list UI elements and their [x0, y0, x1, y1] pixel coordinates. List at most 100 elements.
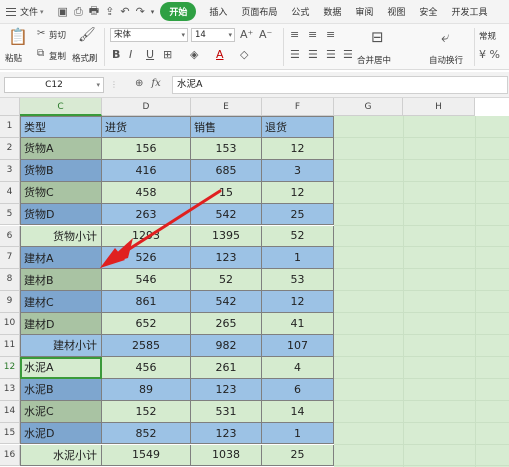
font-color-icon[interactable]: A — [216, 48, 224, 61]
cell-f3[interactable]: 3 — [262, 159, 334, 182]
tab-review[interactable]: 审阅 — [348, 5, 380, 18]
cell-d1[interactable]: 进货 — [102, 116, 191, 138]
cell-f10[interactable]: 41 — [262, 313, 334, 335]
cell-c3[interactable]: 货物B — [20, 159, 102, 182]
cell-f9[interactable]: 12 — [262, 291, 334, 314]
align-middle-icon[interactable]: ≡ — [308, 28, 317, 41]
cell-d7[interactable]: 526 — [102, 247, 191, 270]
row-header-3[interactable]: 3 — [0, 159, 20, 182]
empty-cells-area[interactable] — [334, 116, 509, 467]
print-icon[interactable]: 🖶 — [89, 2, 99, 21]
chevron-down-icon[interactable]: ▾ — [151, 8, 155, 16]
cell-d12[interactable]: 456 — [102, 356, 191, 379]
row-header-10[interactable]: 10 — [0, 313, 20, 335]
cell-d4[interactable]: 458 — [102, 181, 191, 204]
cell-d3[interactable]: 416 — [102, 159, 191, 182]
row-header-6[interactable]: 6 — [0, 225, 20, 248]
tab-insert[interactable]: 插入 — [202, 5, 234, 18]
cell-d13[interactable]: 89 — [102, 378, 191, 401]
cell-e3[interactable]: 685 — [191, 159, 262, 182]
column-header-d[interactable]: D — [102, 98, 191, 116]
cell-e9[interactable]: 542 — [191, 291, 262, 314]
align-left-icon[interactable]: ☰ — [290, 48, 300, 61]
format-painter-button[interactable]: 格式刷 — [72, 52, 98, 64]
export-icon[interactable]: ⇪ — [105, 5, 114, 18]
cell-d5[interactable]: 263 — [102, 203, 191, 226]
cell-c12[interactable]: 水泥A — [20, 356, 102, 379]
auto-wrap-button[interactable]: 自动换行 — [429, 54, 463, 66]
column-header-g[interactable]: G — [334, 98, 403, 116]
justify-icon[interactable]: ☰ — [343, 48, 353, 61]
copy-icon[interactable]: ⧉ — [37, 48, 44, 59]
cell-f1[interactable]: 退货 — [262, 116, 334, 138]
column-header-e[interactable]: E — [191, 98, 262, 116]
align-center-icon[interactable]: ☰ — [308, 48, 318, 61]
font-name-select[interactable]: 宋体 ▾ — [110, 28, 188, 42]
row-header-8[interactable]: 8 — [0, 269, 20, 292]
column-header-c[interactable]: C — [20, 98, 102, 116]
cell-c13[interactable]: 水泥B — [20, 378, 102, 401]
format-painter-icon[interactable]: 🖌 — [78, 27, 96, 43]
currency-icon[interactable]: ¥ % — [479, 48, 500, 61]
cell-d16[interactable]: 1549 — [102, 444, 191, 467]
number-format-select[interactable]: 常规 — [479, 30, 496, 42]
select-all-corner[interactable] — [0, 98, 20, 116]
cell-f13[interactable]: 6 — [262, 378, 334, 401]
undo-icon[interactable]: ↶ — [120, 5, 129, 18]
row-header-9[interactable]: 9 — [0, 291, 20, 314]
cell-e11[interactable]: 982 — [191, 335, 262, 357]
cell-d14[interactable]: 152 — [102, 400, 191, 423]
cell-e10[interactable]: 265 — [191, 313, 262, 335]
cell-e6[interactable]: 1395 — [191, 225, 262, 248]
scissors-icon[interactable]: ✂ — [37, 28, 45, 39]
print-preview-icon[interactable]: ⎙ — [74, 5, 83, 19]
row-header-2[interactable]: 2 — [0, 137, 20, 160]
row-header-4[interactable]: 4 — [0, 181, 20, 204]
cell-c10[interactable]: 建材D — [20, 313, 102, 335]
copy-button[interactable]: 复制 — [49, 50, 66, 62]
increase-font-icon[interactable]: A⁺ — [240, 28, 253, 41]
cell-d8[interactable]: 546 — [102, 269, 191, 292]
cut-button[interactable]: 剪切 — [49, 29, 66, 41]
cell-c11[interactable]: 建材小计 — [20, 335, 102, 357]
eraser-icon[interactable]: ◇ — [240, 48, 248, 61]
row-header-7[interactable]: 7 — [0, 247, 20, 270]
redo-icon[interactable]: ↷ — [136, 5, 145, 18]
cell-f6[interactable]: 52 — [262, 225, 334, 248]
tab-formulas[interactable]: 公式 — [284, 5, 316, 18]
cell-c5[interactable]: 货物D — [20, 203, 102, 226]
tab-home[interactable]: 开始 — [160, 2, 197, 21]
cell-c4[interactable]: 货物C — [20, 181, 102, 204]
decrease-font-icon[interactable]: A⁻ — [259, 28, 272, 41]
name-box[interactable]: C12 ▾ — [4, 77, 104, 93]
align-bottom-icon[interactable]: ≡ — [326, 28, 335, 41]
row-header-14[interactable]: 14 — [0, 400, 20, 423]
wrap-text-icon[interactable]: ⤶ — [441, 28, 449, 46]
row-header-13[interactable]: 13 — [0, 378, 20, 401]
cell-e16[interactable]: 1038 — [191, 444, 262, 467]
row-header-12[interactable]: 12 — [0, 356, 20, 379]
cell-f16[interactable]: 25 — [262, 444, 334, 467]
zoom-icon[interactable]: ⊕ — [135, 78, 143, 89]
cell-e8[interactable]: 52 — [191, 269, 262, 292]
cell-f14[interactable]: 14 — [262, 400, 334, 423]
merge-center-button[interactable]: 合并居中 — [357, 54, 391, 66]
column-header-f[interactable]: F — [262, 98, 334, 116]
cell-d10[interactable]: 652 — [102, 313, 191, 335]
cell-d15[interactable]: 852 — [102, 422, 191, 445]
tab-security[interactable]: 安全 — [412, 5, 444, 18]
cell-c9[interactable]: 建材C — [20, 291, 102, 314]
cell-d11[interactable]: 2585 — [102, 335, 191, 357]
fx-icon[interactable]: fx — [151, 78, 160, 89]
row-header-16[interactable]: 16 — [0, 444, 20, 467]
cell-e4[interactable]: 15 — [191, 181, 262, 204]
cell-f15[interactable]: 1 — [262, 422, 334, 445]
cell-c7[interactable]: 建材A — [20, 247, 102, 270]
align-right-icon[interactable]: ☰ — [326, 48, 336, 61]
paste-button[interactable]: 粘贴 — [5, 52, 22, 64]
fill-color-icon[interactable]: ◈ — [190, 48, 198, 61]
bold-icon[interactable]: B — [112, 48, 120, 61]
cell-e14[interactable]: 531 — [191, 400, 262, 423]
align-top-icon[interactable]: ≡ — [290, 28, 299, 41]
border-icon[interactable]: ⊞ — [163, 48, 172, 61]
